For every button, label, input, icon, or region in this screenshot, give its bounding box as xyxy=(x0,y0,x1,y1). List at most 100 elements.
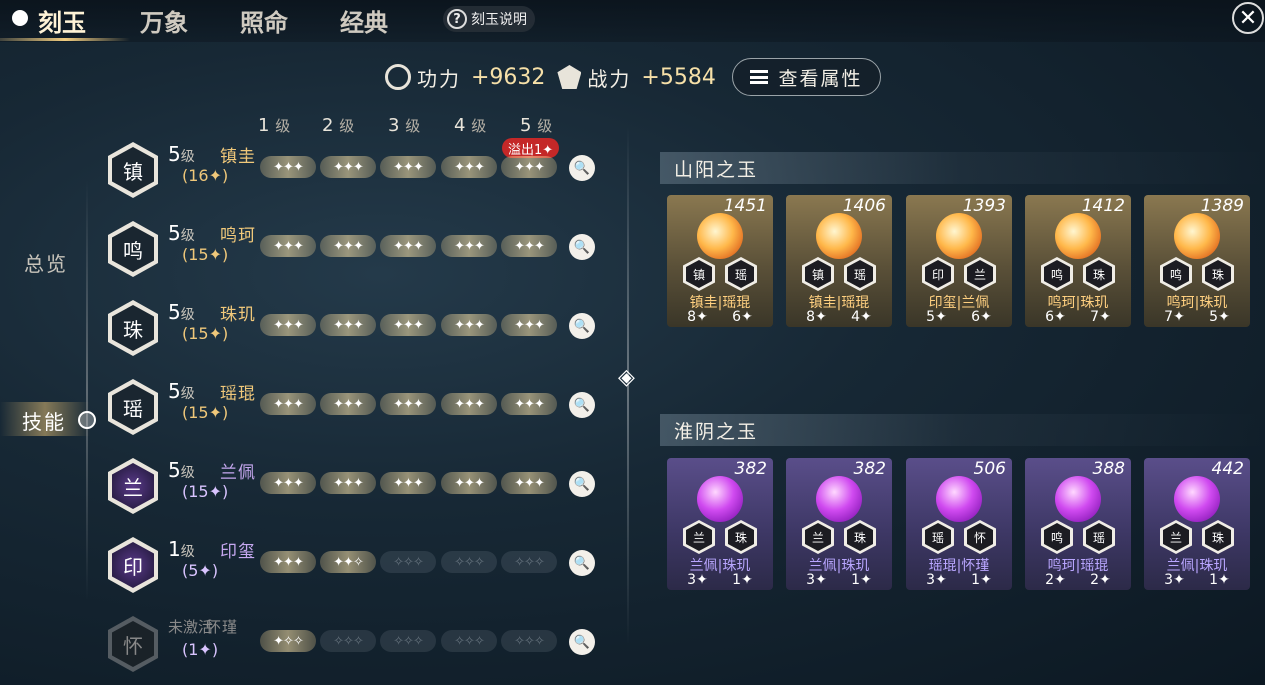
jade-skill-stars: 8✦ 6✦ xyxy=(687,309,753,325)
star-segment: ✦✦✦ xyxy=(320,156,376,178)
magnify-icon[interactable]: 🔍 xyxy=(569,234,595,260)
magnify-icon[interactable]: 🔍 xyxy=(569,392,595,418)
jade-card[interactable]: 442 兰珠兰佩|珠玑 3✦ 1✦ xyxy=(1144,458,1250,590)
star-segment: ✦✦✦ xyxy=(320,235,376,257)
jade-card[interactable]: 1451 镇瑶镇圭|瑶琨 8✦ 6✦ xyxy=(667,195,773,327)
star-segment: ✦✦✦ xyxy=(260,314,316,336)
jade-gem-icon xyxy=(816,213,862,259)
jade-score: 442 xyxy=(1211,459,1244,479)
question-icon: ? xyxy=(447,9,467,29)
magnify-icon[interactable]: 🔍 xyxy=(569,313,595,339)
tab-jingdian[interactable]: 经典 xyxy=(340,3,388,38)
star-segment: ✦✦✦ xyxy=(501,393,557,415)
star-segment: ✦✦✦ xyxy=(380,472,436,494)
magnify-icon[interactable]: 🔍 xyxy=(569,155,595,181)
star-segment: ✦✦✦ xyxy=(380,235,436,257)
list-icon xyxy=(750,70,769,84)
power-stats: 功力 +9632 战力 +5584 xyxy=(385,58,728,96)
skill-level: 5级 xyxy=(168,221,195,245)
gongli-label: 功力 xyxy=(417,66,461,91)
jade-score: 382 xyxy=(734,459,767,479)
help-label: 刻玉说明 xyxy=(471,12,527,28)
group-title-shanyang: 山阳之玉 xyxy=(660,152,1265,184)
top-bar: 刻玉 万象 照命 经典 ? 刻玉说明 ✕ xyxy=(0,0,1265,42)
star-segment: ✧✧✧ xyxy=(320,630,376,652)
gongli-icon xyxy=(385,64,411,90)
skill-row: 瑶 5级 瑶琨 (15✦) ✦✦✦ ✦✦✦ ✦✦✦ ✦✦✦ ✦✦✦ 🔍 xyxy=(0,379,620,449)
jade-card[interactable]: 1389 鸣珠鸣珂|珠玑 7✦ 5✦ xyxy=(1144,195,1250,327)
skill-name: 镇圭 xyxy=(220,147,256,167)
star-segment: ✧✧✧ xyxy=(380,630,436,652)
star-segment: ✦✦✦ xyxy=(260,235,316,257)
magnify-icon[interactable]: 🔍 xyxy=(569,629,595,655)
gongli-value: +9632 xyxy=(471,64,546,90)
jade-card[interactable]: 1412 鸣珠鸣珂|珠玑 6✦ 7✦ xyxy=(1025,195,1131,327)
skill-row: 鸣 5级 鸣珂 (15✦) ✦✦✦ ✦✦✦ ✦✦✦ ✦✦✦ ✦✦✦ 🔍 xyxy=(0,221,620,291)
jade-skill-stars: 3✦ 1✦ xyxy=(1164,572,1230,588)
star-segment: ✦✦✦ xyxy=(441,235,497,257)
level-header-2: 2 级 xyxy=(322,115,355,136)
star-segment: ✦✦✦ xyxy=(501,314,557,336)
level-header-5: 5 级 xyxy=(520,115,553,136)
skill-level: 1级 xyxy=(168,537,195,561)
tab-zhaoming[interactable]: 照命 xyxy=(240,3,288,38)
jade-skill-stars: 5✦ 6✦ xyxy=(926,309,992,325)
zhanli-icon xyxy=(557,65,582,89)
star-segment: ✧✧✧ xyxy=(501,630,557,652)
jade-skill-stars: 3✦ 1✦ xyxy=(687,572,753,588)
jade-skill-stars: 3✦ 1✦ xyxy=(926,572,992,588)
skill-name: 怀瑾 xyxy=(206,618,239,636)
magnify-icon[interactable]: 🔍 xyxy=(569,550,595,576)
skill-name: 珠玑 xyxy=(220,305,256,325)
jade-score: 1451 xyxy=(723,196,767,216)
skill-level: 5级 xyxy=(168,379,195,403)
skill-level: 5级 xyxy=(168,142,195,166)
jade-gem-icon xyxy=(697,213,743,259)
skill-name: 瑶琨 xyxy=(220,384,256,404)
jade-card[interactable]: 506 瑶怀瑶琨|怀瑾 3✦ 1✦ xyxy=(906,458,1012,590)
jade-score: 382 xyxy=(853,459,886,479)
skill-row: 珠 5级 珠玑 (15✦) ✦✦✦ ✦✦✦ ✦✦✦ ✦✦✦ ✦✦✦ 🔍 xyxy=(0,300,620,370)
view-attributes-button[interactable]: 查看属性 xyxy=(732,58,881,96)
zhanli-value: +5584 xyxy=(641,64,716,90)
jade-gem-icon xyxy=(1055,213,1101,259)
jade-gem-icon xyxy=(1174,476,1220,522)
star-segment: ✦✦✦ xyxy=(260,393,316,415)
jade-skill-stars: 3✦ 1✦ xyxy=(806,572,872,588)
skill-star-count: (15✦) xyxy=(182,324,229,343)
star-segment: ✧✧✧ xyxy=(501,551,557,573)
star-segment: ✦✦✦ xyxy=(260,551,316,573)
level-header-4: 4 级 xyxy=(454,115,487,136)
star-segment: ✦✦✦ xyxy=(441,314,497,336)
tab-keyu[interactable]: 刻玉 xyxy=(38,3,86,38)
view-attributes-label: 查看属性 xyxy=(778,67,863,90)
divider-handle-icon[interactable]: ◈ xyxy=(618,365,636,391)
skill-name: 鸣珂 xyxy=(220,226,256,246)
magnify-icon[interactable]: 🔍 xyxy=(569,471,595,497)
skill-level: 5级 xyxy=(168,458,195,482)
close-icon[interactable]: ✕ xyxy=(1232,2,1264,34)
star-segment: ✦✦✦ xyxy=(380,156,436,178)
jade-card[interactable]: 382 兰珠兰佩|珠玑 3✦ 1✦ xyxy=(667,458,773,590)
jade-card[interactable]: 1406 镇瑶镇圭|瑶琨 8✦ 4✦ xyxy=(786,195,892,327)
star-segment: ✦✦✦ xyxy=(501,156,557,178)
jade-gem-icon xyxy=(936,213,982,259)
star-segment: ✦✦✦ xyxy=(501,235,557,257)
star-segment: ✦✦✦ xyxy=(320,314,376,336)
jade-card[interactable]: 388 鸣瑶鸣珂|瑶琨 2✦ 2✦ xyxy=(1025,458,1131,590)
skill-star-count: (15✦) xyxy=(182,482,229,501)
skill-star-count: (15✦) xyxy=(182,245,229,264)
jade-gem-icon xyxy=(1055,476,1101,522)
jade-card[interactable]: 382 兰珠兰佩|珠玑 3✦ 1✦ xyxy=(786,458,892,590)
jade-skill-stars: 6✦ 7✦ xyxy=(1045,309,1111,325)
star-segment: ✦✦✦ xyxy=(260,156,316,178)
jade-skill-stars: 7✦ 5✦ xyxy=(1164,309,1230,325)
help-button[interactable]: ? 刻玉说明 xyxy=(443,6,535,32)
jade-card[interactable]: 1393 印兰印玺|兰佩 5✦ 6✦ xyxy=(906,195,1012,327)
jade-score: 388 xyxy=(1092,459,1125,479)
tab-wanxiang[interactable]: 万象 xyxy=(140,3,188,38)
jade-score: 1406 xyxy=(842,196,886,216)
group-title-huaiyin: 淮阴之玉 xyxy=(660,414,1265,446)
star-segment: ✦✦✧ xyxy=(320,551,376,573)
star-segment: ✦✦✦ xyxy=(441,156,497,178)
